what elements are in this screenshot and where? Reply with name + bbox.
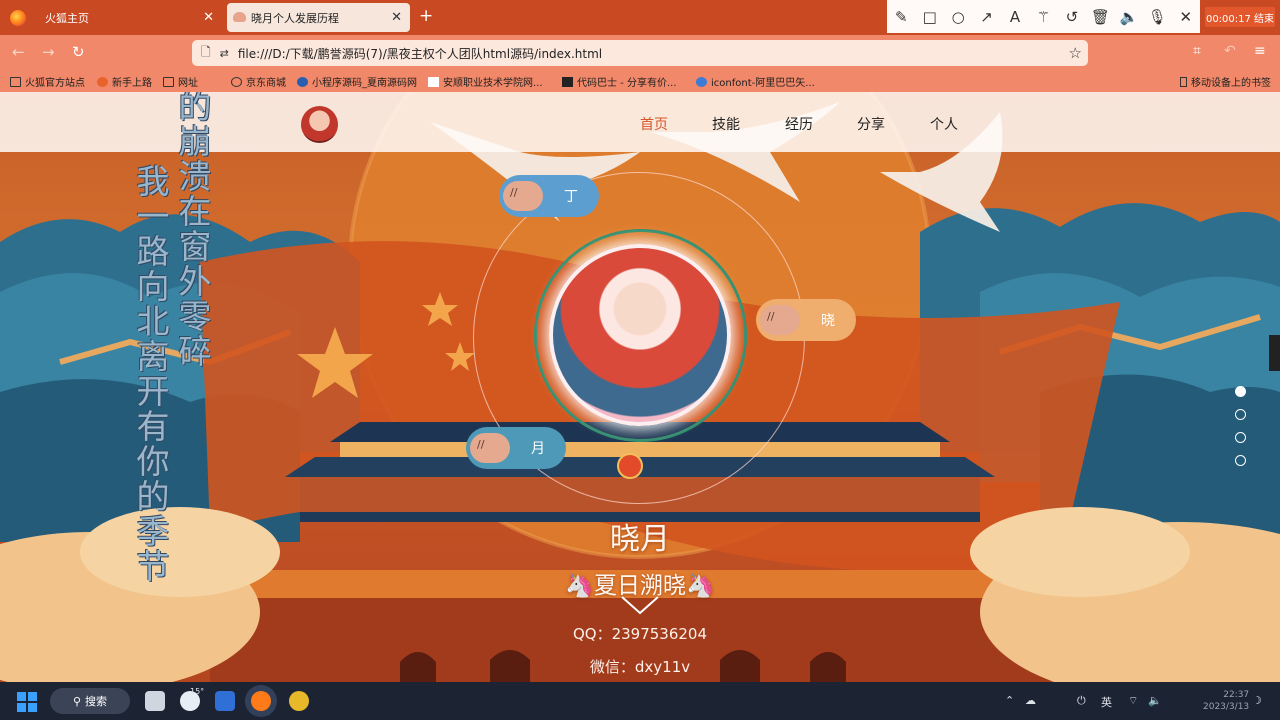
rectangle-icon[interactable]: □ <box>915 8 943 26</box>
page-icon: 🗋 <box>201 44 211 59</box>
bookmark-item[interactable]: 小程序源码_夏南源码网 <box>297 74 417 89</box>
iconfont-icon <box>696 76 707 87</box>
bookmark-item[interactable]: 京东商城 <box>231 74 286 89</box>
chevron-up-icon[interactable]: ⌃ <box>1005 694 1014 707</box>
mobile-icon <box>1180 76 1187 87</box>
url-text: file:///D:/下载/鹏誉源码(7)/黑夜主权个人团队html源码/ind… <box>237 46 603 61</box>
tab-favicon-icon <box>233 12 246 22</box>
pencil-icon[interactable]: ✎ <box>887 8 915 26</box>
chevron-down-icon[interactable] <box>620 595 660 615</box>
bookmark-item[interactable]: 代码巴士 - 分享有价... <box>562 74 677 89</box>
logo-avatar[interactable] <box>301 106 338 143</box>
side-tab[interactable] <box>1269 335 1280 371</box>
qq-contact: QQ：2397536204 <box>572 625 708 643</box>
system-clock[interactable]: 22:37 2023/3/13 <box>1203 689 1249 713</box>
section-dot[interactable] <box>1235 432 1246 443</box>
undo-close-tab-icon[interactable]: ↶ <box>1224 43 1236 59</box>
task-view-icon[interactable] <box>145 691 165 711</box>
bookmark-item[interactable]: 安顺职业技术学院网... <box>428 74 543 89</box>
wechat-contact: 微信：dxy11v <box>589 658 691 676</box>
bookmark-item[interactable]: iconfont-阿里巴巴矢... <box>696 74 815 89</box>
tab-firefox-home[interactable]: 火狐主页 ✕ <box>36 3 222 32</box>
bookmarks-bar: 火狐官方站点 新手上路 网址 京东商城 小程序源码_夏南源码网 安顺职业技术学院… <box>0 69 1280 92</box>
tab-label: 晓月个人发展历程 <box>251 11 339 25</box>
section-dot[interactable] <box>1235 409 1246 420</box>
firefox-icon <box>97 76 108 87</box>
onedrive-icon[interactable]: ☁ <box>1025 694 1036 707</box>
recording-stop-button[interactable]: 00:00:17 结束 <box>1205 7 1275 27</box>
site-icon <box>562 76 573 87</box>
bookmark-item[interactable]: 移动设备上的书签 <box>1180 74 1271 89</box>
circle-icon[interactable]: ○ <box>944 8 972 26</box>
pill-cap-icon <box>470 433 510 463</box>
weather-temp: 15° <box>190 687 205 696</box>
wifi-icon[interactable]: ⌔ <box>1128 694 1138 708</box>
nav-skills[interactable]: 技能 <box>712 114 740 134</box>
input-language[interactable]: 英 <box>1101 694 1112 710</box>
close-tab-icon[interactable]: ✕ <box>203 10 214 25</box>
taskbar-search[interactable]: ⚲ 搜索 <box>50 688 130 714</box>
search-icon: ⚲ <box>72 694 82 708</box>
firefox-icon <box>10 9 26 26</box>
speaker-icon[interactable]: 🔈 <box>1115 8 1143 26</box>
address-bar[interactable]: 🗋 ⇄ file:///D:/下载/鹏誉源码(7)/黑夜主权个人团队html源码… <box>192 40 1088 66</box>
section-pagination <box>1235 386 1246 478</box>
site-icon <box>297 76 308 87</box>
screenshot-icon[interactable]: ⌗ <box>1193 43 1201 59</box>
menu-icon[interactable]: ≡ <box>1254 43 1266 59</box>
bookmark-star-icon[interactable]: ☆ <box>1069 44 1082 62</box>
tab-label: 火狐主页 <box>45 11 89 25</box>
volume-icon[interactable]: 🔈 <box>1148 694 1162 707</box>
nav-share[interactable]: 分享 <box>857 114 885 134</box>
bookmark-item[interactable]: 火狐官方站点 <box>10 74 85 89</box>
firefox-menu-button[interactable] <box>0 3 36 32</box>
browser-tab-bar: 火狐主页 ✕ 晓月个人发展历程 ✕ + ✎ □ ○ ↗ A ⚚ ↺ 🗑 🔈 🎙 … <box>0 0 1280 35</box>
nav-experience[interactable]: 经历 <box>785 114 813 134</box>
orbit-pill-ding[interactable]: 丁 <box>499 175 599 217</box>
bookmark-item[interactable]: 网址 <box>163 74 198 89</box>
moon-icon[interactable]: ☽ <box>1252 694 1262 707</box>
back-icon[interactable]: ← <box>12 43 25 61</box>
undo-icon[interactable]: ↺ <box>1058 8 1086 26</box>
profile-avatar <box>549 244 731 426</box>
arrow-icon[interactable]: ↗ <box>972 8 1000 26</box>
section-dot[interactable] <box>1235 455 1246 466</box>
power-icon[interactable]: ⏻ <box>1077 694 1086 708</box>
bookmark-item[interactable]: 新手上路 <box>97 74 152 89</box>
orbit-pill-xiao[interactable]: 晓 <box>756 299 856 341</box>
windows-taskbar: ⚲ 搜索 15° ⌃ ☁ ⏻ 英 ⌔ 🔈 22:37 2023/3/13 ☽ <box>0 682 1280 720</box>
page-icon <box>428 76 439 87</box>
orbit-pill-yue[interactable]: 月 <box>466 427 566 469</box>
magic-wand-icon[interactable]: ⚚ <box>1029 8 1057 26</box>
microphone-icon[interactable]: 🎙 <box>1143 8 1171 26</box>
new-tab-button[interactable]: + <box>419 6 433 26</box>
pill-cap-icon <box>760 305 800 335</box>
firefox-icon[interactable] <box>251 691 271 711</box>
store-icon[interactable] <box>215 691 235 711</box>
close-tab-icon[interactable]: ✕ <box>391 10 402 25</box>
pill-cap-icon <box>503 181 543 211</box>
annotation-toolbar: ✎ □ ○ ↗ A ⚚ ↺ 🗑 🔈 🎙 ✕ <box>887 0 1200 33</box>
globe-icon <box>231 76 242 87</box>
forward-icon[interactable]: → <box>42 43 55 61</box>
section-dot[interactable] <box>1235 386 1246 397</box>
nav-home[interactable]: 首页 <box>640 114 668 134</box>
trash-icon[interactable]: 🗑 <box>1086 8 1114 26</box>
hero-name: 晓月 <box>610 522 670 557</box>
web-page: 首页 技能 经历 分享 个人 你的崩溃在窗外零碎 我一路向北离开有你的季节 丁 … <box>0 92 1280 682</box>
tab-xiaoyue[interactable]: 晓月个人发展历程 ✕ <box>227 3 410 32</box>
folder-icon <box>163 76 174 87</box>
poem-line-right: 你的崩溃在窗外零碎 <box>173 92 212 369</box>
nav-personal[interactable]: 个人 <box>930 114 958 134</box>
permissions-icon[interactable]: ⇄ <box>220 47 229 60</box>
close-icon[interactable]: ✕ <box>1172 8 1200 26</box>
windows-start-icon[interactable] <box>17 692 37 712</box>
reload-icon[interactable]: ↻ <box>72 43 85 61</box>
folder-icon <box>10 76 21 87</box>
text-icon[interactable]: A <box>1001 8 1029 26</box>
app-icon[interactable] <box>289 691 309 711</box>
